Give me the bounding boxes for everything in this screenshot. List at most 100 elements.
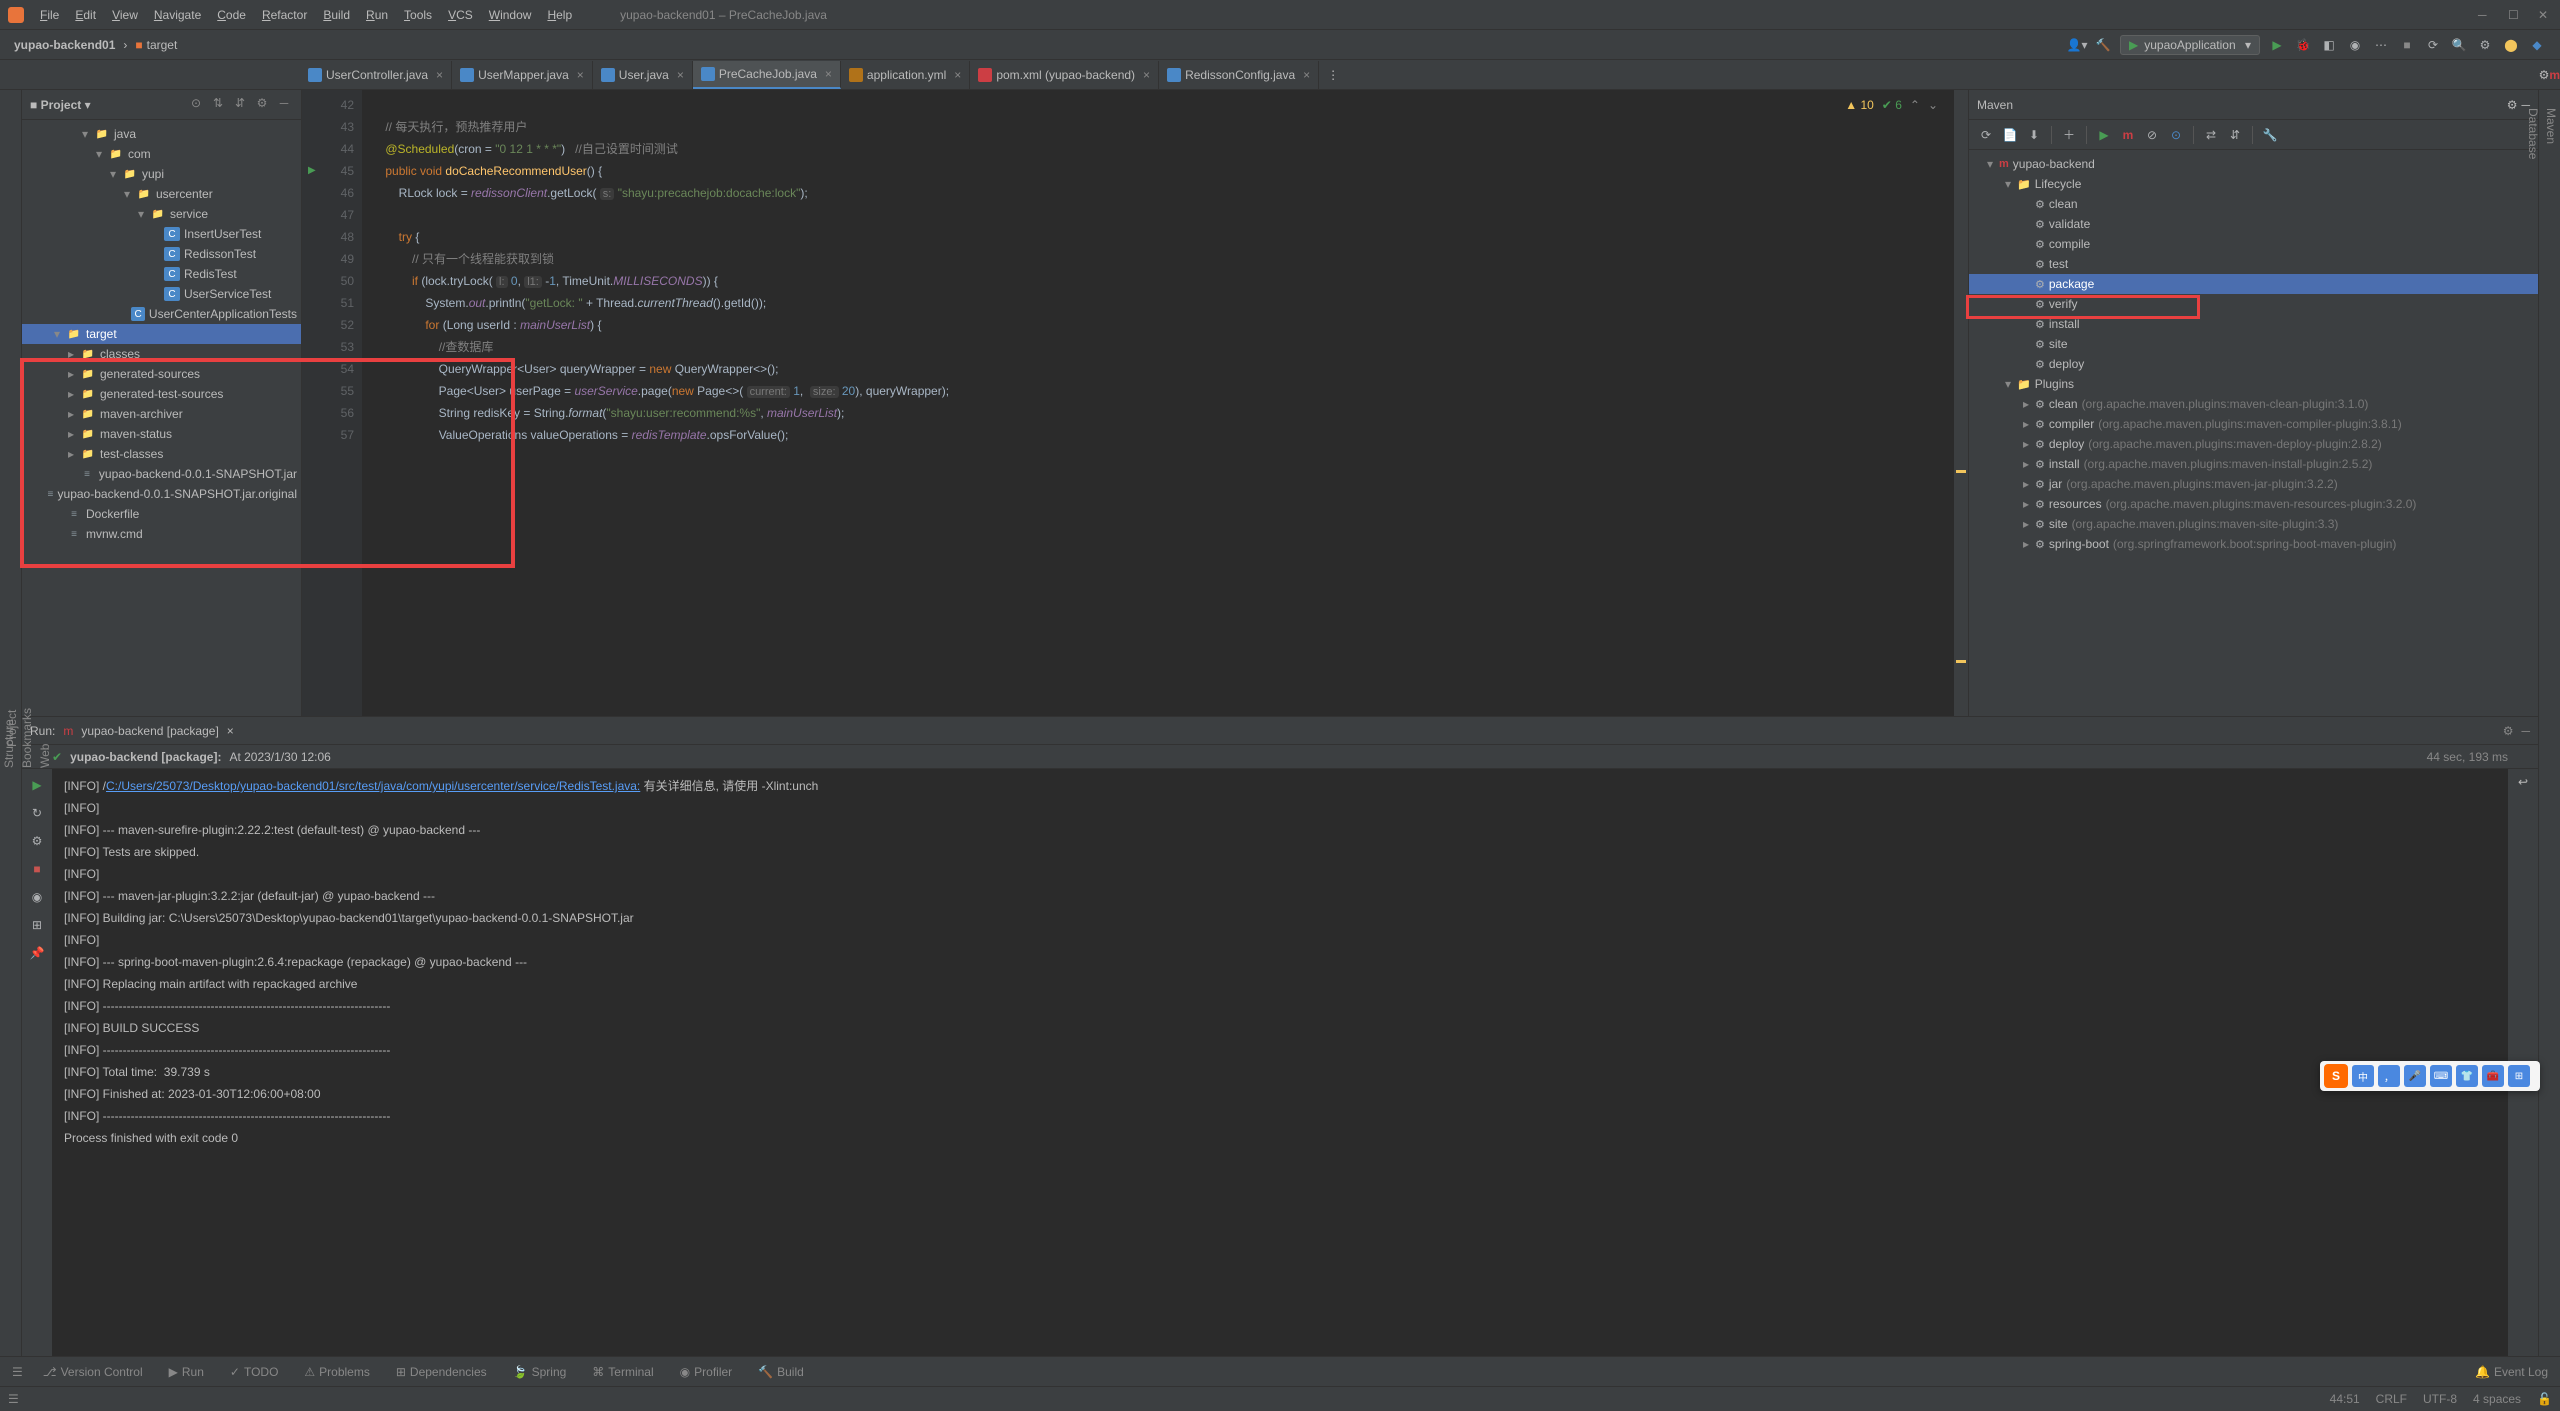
- stop-run-icon[interactable]: ■: [27, 859, 47, 879]
- git-update-icon[interactable]: ⟳: [2422, 34, 2444, 56]
- tab-precachejob[interactable]: PreCacheJob.java×: [693, 61, 841, 89]
- console-line[interactable]: [INFO] ---------------------------------…: [64, 1039, 2496, 1061]
- code-line[interactable]: try {: [372, 226, 1944, 248]
- menu-code[interactable]: Code: [209, 8, 254, 22]
- profile-icon[interactable]: ◉: [2344, 34, 2366, 56]
- code-line[interactable]: //查数据库: [372, 336, 1944, 358]
- maven-item-spring-boot[interactable]: ▸⚙spring-boot(org.springframework.boot:s…: [1969, 534, 2538, 554]
- console-line[interactable]: [INFO] ---------------------------------…: [64, 995, 2496, 1017]
- maven-item-clean[interactable]: ▸⚙clean(org.apache.maven.plugins:maven-c…: [1969, 394, 2538, 414]
- run-tab-close-icon[interactable]: ×: [227, 724, 234, 738]
- settings-icon[interactable]: ⚙: [2474, 34, 2496, 56]
- console-line[interactable]: [INFO] Tests are skipped.: [64, 841, 2496, 863]
- expand-all-icon[interactable]: ⇅: [209, 96, 227, 114]
- tree-item-usercenter[interactable]: ▾📁usercenter: [22, 184, 301, 204]
- code-line[interactable]: @Scheduled(cron = "0 12 1 * * *") //自己设置…: [372, 138, 1944, 160]
- bottom-profiler[interactable]: ◉ Profiler: [676, 1365, 737, 1379]
- run-config-selector[interactable]: ▶ yupaoApplication ▾: [2120, 35, 2260, 55]
- console-output[interactable]: [INFO] /C:/Users/25073/Desktop/yupao-bac…: [52, 769, 2508, 1356]
- run-hide-icon[interactable]: ─: [2521, 724, 2530, 738]
- tree-item-service[interactable]: ▾📁service: [22, 204, 301, 224]
- tree-item-redistest[interactable]: CRedisTest: [22, 264, 301, 284]
- stop-icon[interactable]: ■: [2396, 34, 2418, 56]
- tree-settings-icon[interactable]: ⚙: [253, 96, 271, 114]
- tab-close-icon[interactable]: ×: [1143, 68, 1150, 82]
- ime-toolbar[interactable]: S 中 ， 🎤 ⌨ 👕 🧰 ⊞: [2320, 1061, 2540, 1091]
- console-line[interactable]: [INFO]: [64, 929, 2496, 951]
- soft-wrap-icon[interactable]: ↩: [2518, 775, 2528, 789]
- maven-item-package[interactable]: ⚙package: [1969, 274, 2538, 294]
- menu-window[interactable]: Window: [481, 8, 540, 22]
- code-line[interactable]: // 只有一个线程能获取到锁: [372, 248, 1944, 270]
- tree-item-java[interactable]: ▾📁java: [22, 124, 301, 144]
- console-line[interactable]: [INFO] --- maven-jar-plugin:3.2.2:jar (d…: [64, 885, 2496, 907]
- maven-item-deploy[interactable]: ⚙deploy: [1969, 354, 2538, 374]
- file-encoding[interactable]: UTF-8: [2423, 1392, 2457, 1406]
- project-view-selector[interactable]: ■ Project ▾: [30, 98, 91, 112]
- select-opened-icon[interactable]: ⊙: [187, 96, 205, 114]
- tab-close-icon[interactable]: ×: [436, 68, 443, 82]
- gutter-line[interactable]: 49: [302, 248, 354, 270]
- menu-edit[interactable]: Edit: [67, 8, 104, 22]
- hide-panel-icon[interactable]: ─: [275, 96, 293, 114]
- maven-item-site[interactable]: ⚙site: [1969, 334, 2538, 354]
- maven-item-verify[interactable]: ⚙verify: [1969, 294, 2538, 314]
- gutter-line[interactable]: 53: [302, 336, 354, 358]
- tree-item-maven-status[interactable]: ▸📁maven-status: [22, 424, 301, 444]
- tab-overflow-icon[interactable]: ⋮: [1319, 68, 1347, 82]
- line-separator[interactable]: CRLF: [2376, 1392, 2407, 1406]
- console-line[interactable]: [INFO] --- maven-surefire-plugin:2.22.2:…: [64, 819, 2496, 841]
- ime-keyboard-icon[interactable]: ⌨: [2430, 1065, 2452, 1087]
- rail-bookmarks[interactable]: Bookmarks: [18, 700, 36, 776]
- menu-navigate[interactable]: Navigate: [146, 8, 209, 22]
- code-line[interactable]: QueryWrapper<User> queryWrapper = new Qu…: [372, 358, 1944, 380]
- inspection-widget[interactable]: ▲ 10 ✔ 6 ⌃⌄: [1845, 98, 1938, 112]
- maven-item-compiler[interactable]: ▸⚙compiler(org.apache.maven.plugins:mave…: [1969, 414, 2538, 434]
- maximize-icon[interactable]: ☐: [2508, 8, 2522, 22]
- tree-item-usercenterapplicationtests[interactable]: CUserCenterApplicationTests: [22, 304, 301, 324]
- tool-window-quick-access-icon[interactable]: ☰: [8, 1365, 27, 1379]
- tab-usercontroller[interactable]: UserController.java×: [300, 61, 452, 89]
- tree-item-generated-test-sources[interactable]: ▸📁generated-test-sources: [22, 384, 301, 404]
- console-line[interactable]: [INFO] BUILD SUCCESS: [64, 1017, 2496, 1039]
- tab-close-icon[interactable]: ×: [577, 68, 584, 82]
- bottom-dependencies[interactable]: ⊞ Dependencies: [392, 1365, 491, 1379]
- code-line[interactable]: // 每天执行，预热推荐用户: [372, 116, 1944, 138]
- tree-item-insertusertest[interactable]: CInsertUserTest: [22, 224, 301, 244]
- console-line[interactable]: [INFO] ---------------------------------…: [64, 1105, 2496, 1127]
- code-line[interactable]: String redisKey = String.format("shayu:u…: [372, 402, 1944, 424]
- ime-logo-icon[interactable]: S: [2324, 1064, 2348, 1088]
- tab-close-icon[interactable]: ×: [954, 68, 961, 82]
- minimize-icon[interactable]: ─: [2478, 8, 2492, 22]
- tab-application[interactable]: application.yml×: [841, 61, 970, 89]
- rerun-icon[interactable]: ▶: [27, 775, 47, 795]
- tree-item-com[interactable]: ▾📁com: [22, 144, 301, 164]
- toggle-auto-icon[interactable]: ⚙: [27, 831, 47, 851]
- tab-redissonconfig[interactable]: RedissonConfig.java×: [1159, 61, 1319, 89]
- tab-user[interactable]: User.java×: [593, 61, 693, 89]
- bottom-run[interactable]: ▶ Run: [165, 1365, 208, 1379]
- gutter-line[interactable]: 51: [302, 292, 354, 314]
- coverage-icon[interactable]: ◧: [2318, 34, 2340, 56]
- console-line[interactable]: [INFO] Building jar: C:\Users\25073\Desk…: [64, 907, 2496, 929]
- maven-item-site[interactable]: ▸⚙site(org.apache.maven.plugins:maven-si…: [1969, 514, 2538, 534]
- hammer-build-icon[interactable]: 🔨: [2092, 34, 2114, 56]
- console-line[interactable]: [INFO] /C:/Users/25073/Desktop/yupao-bac…: [64, 775, 2496, 797]
- ime-skin-icon[interactable]: 👕: [2456, 1065, 2478, 1087]
- gutter-line[interactable]: 54: [302, 358, 354, 380]
- status-menu-icon[interactable]: ☰: [8, 1392, 19, 1406]
- ime-menu-icon[interactable]: ⊞: [2508, 1065, 2530, 1087]
- ime-mic-icon[interactable]: 🎤: [2404, 1065, 2426, 1087]
- attach-icon[interactable]: ⋯: [2370, 34, 2392, 56]
- maven-settings-icon[interactable]: ⚙: [2507, 98, 2518, 112]
- code-line[interactable]: if (lock.tryLock( l: 0, l1: -1, TimeUnit…: [372, 270, 1944, 292]
- gutter-line[interactable]: 42: [302, 94, 354, 116]
- tab-usermapper[interactable]: UserMapper.java×: [452, 61, 593, 89]
- caret-position[interactable]: 44:51: [2330, 1392, 2360, 1406]
- menu-refactor[interactable]: Refactor: [254, 8, 315, 22]
- menu-tools[interactable]: Tools: [396, 8, 440, 22]
- console-line[interactable]: [INFO] Replacing main artifact with repa…: [64, 973, 2496, 995]
- collapse-all-icon[interactable]: ⇵: [231, 96, 249, 114]
- rail-maven[interactable]: Maven: [2542, 100, 2560, 1356]
- pin-icon[interactable]: 📌: [27, 943, 47, 963]
